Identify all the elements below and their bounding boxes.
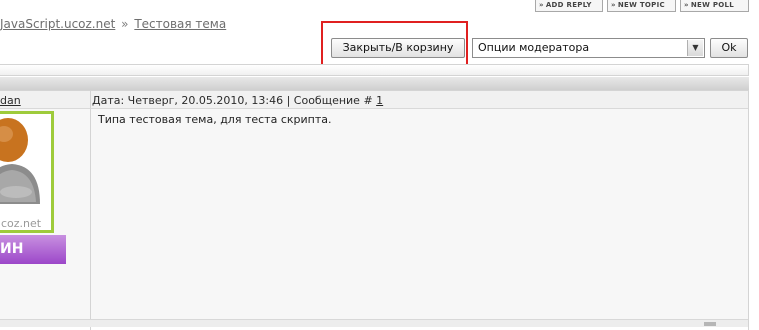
close-trash-button[interactable]: Закрыть/В корзину [331, 38, 465, 58]
avatar-watermark: ucoz.net [0, 217, 42, 230]
double-chevron-icon: » [684, 1, 689, 9]
post-meta: Дата: Четверг, 20.05.2010, 13:46 | Сообщ… [92, 94, 383, 107]
post-header-row: dan Дата: Четверг, 20.05.2010, 13:46 | С… [0, 90, 748, 109]
rank-label: ИН [0, 241, 24, 257]
double-chevron-icon: » [611, 1, 616, 9]
new-poll-button[interactable]: » NEW POLL [680, 0, 749, 12]
message-number-link[interactable]: 1 [376, 94, 383, 107]
column-divider [90, 90, 91, 330]
author-name-link[interactable]: dan [0, 94, 21, 107]
post-date: Дата: Четверг, 20.05.2010, 13:46 | Сообщ… [92, 94, 373, 107]
double-chevron-icon: » [539, 1, 544, 9]
dropdown-arrow-icon[interactable]: ▼ [687, 40, 703, 56]
post-table: dan Дата: Четверг, 20.05.2010, 13:46 | С… [0, 90, 749, 330]
post-body-row: Типа тестовая тема, для теста скрипта. [0, 109, 748, 319]
rank-badge: ИН [0, 235, 66, 264]
scroll-top-icon[interactable] [704, 322, 716, 326]
post-text: Типа тестовая тема, для теста скрипта. [98, 113, 332, 126]
topic-header-bar [0, 64, 749, 76]
breadcrumb: JavaScript.ucoz.net » Тестовая тема [0, 17, 226, 31]
new-topic-button[interactable]: » NEW TOPIC [607, 0, 676, 12]
moderator-select-value: Опции модератора [478, 41, 590, 54]
breadcrumb-site-link[interactable]: JavaScript.ucoz.net [0, 17, 115, 31]
moderator-options-select[interactable]: Опции модератора ▼ [472, 38, 705, 58]
avatar-person-icon [0, 118, 40, 204]
add-reply-button[interactable]: » ADD REPLY [535, 0, 603, 12]
ok-button[interactable]: Ok [710, 38, 748, 58]
breadcrumb-topic-link[interactable]: Тестовая тема [134, 17, 226, 31]
avatar: ucoz.net [0, 111, 54, 233]
topic-subheader-bar [0, 77, 749, 90]
breadcrumb-separator: » [121, 17, 129, 31]
